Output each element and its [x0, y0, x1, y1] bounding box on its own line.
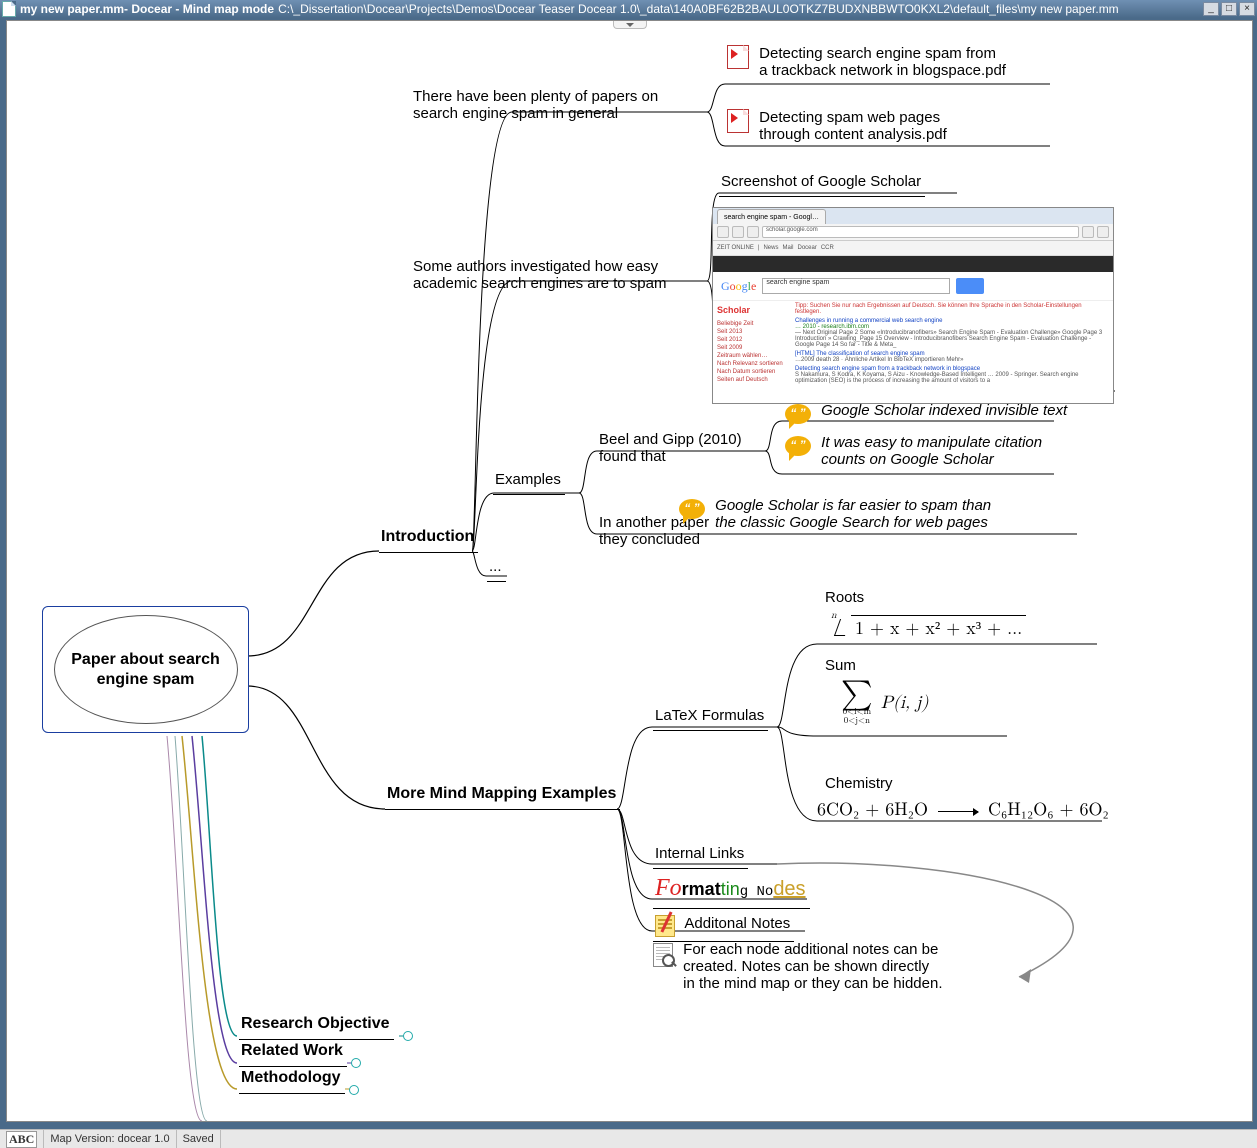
edge-layer [7, 21, 1252, 1121]
drop-handle[interactable] [613, 21, 647, 29]
node-chem-formula[interactable]: 6CO₂ + 6H₂O C₆H₁₂O₆ + 6O₂ [817, 799, 1109, 821]
node-quote-1[interactable]: “ ” Google Scholar indexed invisible tex… [785, 402, 1085, 424]
root-title: Paper about search engine spam [61, 650, 231, 690]
gs-address-bar: scholar.google.com [713, 224, 1113, 241]
node-quote-3[interactable]: “ ” Google Scholar is far easier to spam… [679, 497, 1099, 531]
window-app-label: - Docear - Mind map mode [124, 2, 274, 16]
collapse-dot[interactable] [351, 1058, 361, 1068]
status-version: Map Version: docear 1.0 [44, 1130, 176, 1148]
collapse-dot[interactable] [349, 1085, 359, 1095]
node-more-examples[interactable]: More Mind Mapping Examples [385, 783, 620, 810]
pdf-icon [727, 45, 749, 67]
gs-bookmarks-bar: ZEIT ONLINE| News Mail Docear CCR [713, 241, 1113, 256]
node-chem-label[interactable]: Chemistry [825, 775, 893, 792]
root-node[interactable]: Paper about search engine spam [42, 606, 249, 733]
gs-logo: Google [721, 279, 756, 294]
node-roots-formula[interactable]: n1 + x + x² + x³ + … [837, 615, 1026, 640]
node-additional-notes[interactable]: Additonal Notes [653, 911, 794, 942]
node-pdf-2[interactable]: Detecting spam web pages through content… [727, 109, 1057, 143]
quote-icon: “ ” [785, 404, 811, 424]
collapse-dot[interactable] [403, 1031, 413, 1041]
mindmap-canvas[interactable]: Paper about search engine spam Introduct… [6, 20, 1253, 1122]
node-additional-notes-body[interactable]: For each node additional notes can be cr… [653, 941, 1013, 992]
close-button[interactable]: × [1239, 2, 1255, 16]
pdf-icon [727, 109, 749, 131]
google-scholar-screenshot[interactable]: search engine spam - Googl… scholar.goog… [712, 207, 1114, 404]
gs-results: Tipp: Suchen Sie nur nach Ergebnissen au… [791, 301, 1113, 404]
gs-search-row: Google search engine spam [713, 272, 1113, 301]
status-bar: ABC Map Version: docear 1.0 Saved [0, 1129, 1257, 1148]
node-sum-formula[interactable]: ∑ 0<i<m 0<j<n P(i, j) [841, 681, 928, 725]
window-path: C:\_Dissertation\Docear\Projects\Demos\D… [278, 2, 1119, 16]
node-internal-links[interactable]: Internal Links [653, 843, 748, 869]
gs-menu-icon [1097, 226, 1109, 238]
node-intro-n2[interactable]: Some authors investigated how easy acade… [413, 241, 713, 292]
notes-icon [655, 913, 675, 935]
gs-back-icon [717, 226, 729, 238]
minimize-button[interactable]: _ [1203, 2, 1219, 16]
node-screenshot-label[interactable]: Screenshot of Google Scholar [719, 171, 925, 197]
node-intro-n1[interactable]: There have been plenty of papers on sear… [413, 71, 713, 122]
node-methodology[interactable]: Methodology [239, 1067, 345, 1094]
arrow-icon [938, 811, 978, 812]
status-abc[interactable]: ABC [0, 1130, 44, 1148]
gs-tab: search engine spam - Googl… [717, 209, 826, 224]
gs-black-bar [713, 256, 1113, 272]
gs-star-icon [1082, 226, 1094, 238]
title-bar: my new paper.mm - Docear - Mind map mode… [0, 0, 1257, 18]
node-introduction[interactable]: Introduction [379, 526, 478, 553]
gs-tab-bar: search engine spam - Googl… [713, 208, 1113, 224]
node-pdf-1[interactable]: Detecting search engine spam from a trac… [727, 45, 1057, 79]
gs-search-box: search engine spam [762, 278, 950, 294]
gs-search-button [956, 278, 984, 294]
status-saved: Saved [177, 1130, 221, 1148]
node-research-objective[interactable]: Research Objective [239, 1013, 394, 1040]
node-related-work[interactable]: Related Work [239, 1040, 347, 1067]
gs-sidebar: Scholar Beliebige Zeit Seit 2013 Seit 20… [713, 301, 791, 404]
node-latex-formulas[interactable]: LaTeX Formulas [653, 705, 768, 731]
node-roots-label[interactable]: Roots [825, 589, 864, 606]
quote-icon: “ ” [679, 499, 705, 519]
document-icon [653, 943, 673, 965]
node-ellipsis[interactable]: ... [487, 556, 506, 582]
gs-reload-icon [747, 226, 759, 238]
node-formatting-nodes[interactable]: Formatting Nodes [653, 873, 810, 909]
file-icon [2, 1, 16, 17]
maximize-button[interactable]: □ [1221, 2, 1237, 16]
node-beel-gipp[interactable]: Beel and Gipp (2010) found that [599, 414, 769, 465]
node-quote-2[interactable]: “ ” It was easy to manipulate citation c… [785, 434, 1085, 468]
window-file-name: my new paper.mm [20, 2, 124, 16]
window-buttons: _ □ × [1201, 2, 1255, 16]
node-examples[interactable]: Examples [493, 469, 565, 495]
gs-url: scholar.google.com [762, 226, 1079, 238]
gs-fwd-icon [732, 226, 744, 238]
quote-icon: “ ” [785, 436, 811, 456]
node-sum-label[interactable]: Sum [825, 657, 856, 674]
